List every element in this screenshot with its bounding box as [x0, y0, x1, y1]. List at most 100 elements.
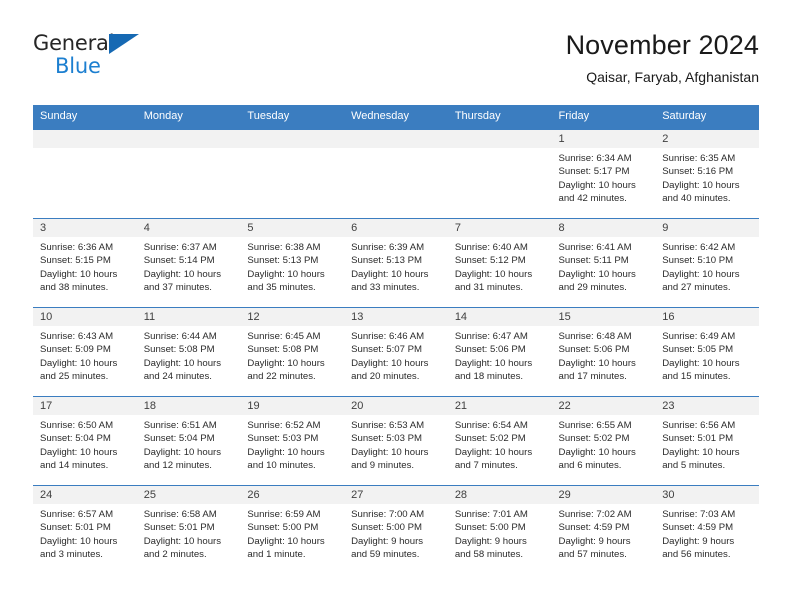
day-detail-sunrise: Sunrise: 6:47 AM: [454, 331, 528, 342]
day-detail-sunrise: Sunrise: 6:42 AM: [662, 242, 736, 253]
day-detail-sunrise: Sunrise: 6:46 AM: [351, 331, 425, 342]
calendar-day-cell[interactable]: 19 Sunrise: 6:52 AM Sunset: 5:03 PM Dayligh…: [240, 396, 345, 486]
day-details: [240, 148, 344, 152]
day-detail-sunset: Sunset: 5:08 PM: [143, 344, 215, 356]
day-detail-daylight2: and 29 minutes.: [558, 282, 627, 294]
day-number: 8: [551, 219, 656, 237]
calendar-day-cell[interactable]: 7 Sunrise: 6:40 AM Sunset: 5:12 PM Daylight…: [447, 218, 552, 308]
day-detail-daylight2: and 7 minutes.: [454, 460, 518, 472]
day-details: Sunrise: 6:34 AM Sunset: 5:17 PM Daylight:…: [552, 148, 656, 206]
day-detail-daylight1: Daylight: 10 hours: [662, 268, 740, 280]
day-detail-daylight2: and 33 minutes.: [351, 282, 420, 294]
day-number: [240, 130, 345, 148]
day-detail-daylight2: and 25 minutes.: [40, 371, 109, 383]
calendar-day-cell[interactable]: 30 Sunrise: 7:03 AM Sunset: 4:59 PM Dayligh…: [655, 485, 759, 575]
day-detail-sunset: Sunset: 5:06 PM: [558, 344, 630, 356]
day-number: 21: [447, 397, 552, 415]
day-detail-sunset: Sunset: 5:09 PM: [40, 344, 111, 356]
calendar-day-cell[interactable]: 29 Sunrise: 7:02 AM Sunset: 4:59 PM Dayligh…: [551, 485, 656, 575]
calendar-day-cell[interactable]: 11 Sunrise: 6:44 AM Sunset: 5:08 PM Dayligh…: [136, 307, 241, 397]
day-detail-sunrise: Sunrise: 7:00 AM: [351, 509, 425, 520]
calendar-day-cell[interactable]: 26 Sunrise: 6:59 AM Sunset: 5:00 PM Dayligh…: [240, 485, 345, 575]
calendar-day-cell[interactable]: 6 Sunrise: 6:39 AM Sunset: 5:13 PM Daylight…: [344, 218, 448, 308]
day-detail-daylight1: Daylight: 10 hours: [247, 357, 325, 369]
day-details: Sunrise: 6:58 AM Sunset: 5:01 PM Daylight:…: [137, 504, 241, 562]
calendar-day-cell[interactable]: 25 Sunrise: 6:58 AM Sunset: 5:01 PM Dayligh…: [136, 485, 241, 575]
day-number: 1: [551, 130, 656, 148]
calendar-day-cell[interactable]: 16 Sunrise: 6:49 AM Sunset: 5:05 PM Dayligh…: [655, 307, 759, 397]
day-details: Sunrise: 6:41 AM Sunset: 5:11 PM Daylight:…: [552, 237, 656, 295]
day-number: 29: [551, 486, 656, 504]
day-number: [344, 130, 448, 148]
day-details: Sunrise: 6:57 AM Sunset: 5:01 PM Daylight:…: [33, 504, 137, 562]
day-detail-sunset: Sunset: 5:17 PM: [558, 166, 630, 178]
calendar-day-cell[interactable]: 8 Sunrise: 6:41 AM Sunset: 5:11 PM Daylight…: [551, 218, 656, 308]
day-detail-daylight2: and 6 minutes.: [558, 460, 622, 472]
day-detail-daylight1: Daylight: 10 hours: [662, 446, 740, 458]
calendar-day-cell[interactable]: 24 Sunrise: 6:57 AM Sunset: 5:01 PM Dayligh…: [33, 485, 137, 575]
day-detail-daylight2: and 2 minutes.: [143, 549, 207, 561]
calendar-header-row: Sunday Monday Tuesday Wednesday Thursday…: [33, 105, 759, 130]
calendar-day-cell[interactable]: 12 Sunrise: 6:45 AM Sunset: 5:08 PM Dayligh…: [240, 307, 345, 397]
day-detail-sunrise: Sunrise: 6:59 AM: [247, 509, 321, 520]
calendar-day-cell[interactable]: 17 Sunrise: 6:50 AM Sunset: 5:04 PM Dayligh…: [33, 396, 137, 486]
day-detail-sunrise: Sunrise: 6:43 AM: [40, 331, 114, 342]
day-details: Sunrise: 6:47 AM Sunset: 5:06 PM Daylight:…: [448, 326, 552, 384]
day-details: Sunrise: 6:56 AM Sunset: 5:01 PM Daylight:…: [655, 415, 759, 473]
calendar-cell-empty: [447, 129, 552, 219]
weekday-header-friday: Friday: [551, 105, 656, 130]
day-detail-daylight1: Daylight: 10 hours: [662, 179, 740, 191]
calendar-day-cell[interactable]: 10 Sunrise: 6:43 AM Sunset: 5:09 PM Dayligh…: [33, 307, 137, 397]
day-detail-sunset: Sunset: 5:00 PM: [454, 522, 526, 534]
day-detail-daylight1: Daylight: 10 hours: [558, 179, 636, 191]
day-detail-sunrise: Sunrise: 6:57 AM: [40, 509, 114, 520]
calendar-day-cell[interactable]: 23 Sunrise: 6:56 AM Sunset: 5:01 PM Dayligh…: [655, 396, 759, 486]
calendar-page: General Blue November 2024 Qaisar, Farya…: [0, 0, 792, 612]
day-detail-daylight1: Daylight: 10 hours: [247, 446, 325, 458]
day-details: Sunrise: 7:03 AM Sunset: 4:59 PM Daylight:…: [655, 504, 759, 562]
calendar-day-cell[interactable]: 1 Sunrise: 6:34 AM Sunset: 5:17 PM Daylight…: [551, 129, 656, 219]
calendar-day-cell[interactable]: 4 Sunrise: 6:37 AM Sunset: 5:14 PM Daylight…: [136, 218, 241, 308]
calendar-day-cell[interactable]: 20 Sunrise: 6:53 AM Sunset: 5:03 PM Dayligh…: [344, 396, 448, 486]
calendar-day-cell[interactable]: 9 Sunrise: 6:42 AM Sunset: 5:10 PM Daylight…: [655, 218, 759, 308]
day-details: Sunrise: 6:38 AM Sunset: 5:13 PM Daylight:…: [240, 237, 344, 295]
day-details: Sunrise: 6:55 AM Sunset: 5:02 PM Daylight:…: [552, 415, 656, 473]
logo-text-blue: Blue: [55, 54, 101, 78]
calendar-day-cell[interactable]: 28 Sunrise: 7:01 AM Sunset: 5:00 PM Dayligh…: [447, 485, 552, 575]
calendar-day-cell[interactable]: 18 Sunrise: 6:51 AM Sunset: 5:04 PM Dayligh…: [136, 396, 241, 486]
calendar-day-cell[interactable]: 13 Sunrise: 6:46 AM Sunset: 5:07 PM Dayligh…: [344, 307, 448, 397]
day-number: 11: [136, 308, 241, 326]
calendar-day-cell[interactable]: 22 Sunrise: 6:55 AM Sunset: 5:02 PM Dayligh…: [551, 396, 656, 486]
day-details: Sunrise: 6:36 AM Sunset: 5:15 PM Daylight:…: [33, 237, 137, 295]
generalblue-logo[interactable]: General Blue: [33, 28, 148, 84]
calendar-day-cell[interactable]: 21 Sunrise: 6:54 AM Sunset: 5:02 PM Dayligh…: [447, 396, 552, 486]
day-number: [136, 130, 241, 148]
day-detail-sunset: Sunset: 5:14 PM: [143, 255, 215, 267]
day-details: Sunrise: 7:01 AM Sunset: 5:00 PM Daylight:…: [448, 504, 552, 562]
day-number: 3: [33, 219, 137, 237]
day-detail-sunset: Sunset: 4:59 PM: [558, 522, 630, 534]
day-detail-sunset: Sunset: 4:59 PM: [662, 522, 734, 534]
day-detail-sunset: Sunset: 5:03 PM: [247, 433, 319, 445]
day-detail-sunrise: Sunrise: 6:37 AM: [143, 242, 217, 253]
calendar-day-cell[interactable]: 15 Sunrise: 6:48 AM Sunset: 5:06 PM Dayligh…: [551, 307, 656, 397]
day-detail-sunrise: Sunrise: 6:35 AM: [662, 153, 736, 164]
calendar-day-cell[interactable]: 2 Sunrise: 6:35 AM Sunset: 5:16 PM Daylight…: [655, 129, 759, 219]
day-detail-daylight1: Daylight: 10 hours: [454, 268, 533, 280]
day-detail-sunset: Sunset: 5:00 PM: [351, 522, 423, 534]
calendar-day-cell[interactable]: 27 Sunrise: 7:00 AM Sunset: 5:00 PM Dayligh…: [344, 485, 448, 575]
page-subtitle: Qaisar, Faryab, Afghanistan: [586, 69, 759, 85]
calendar-day-cell[interactable]: 5 Sunrise: 6:38 AM Sunset: 5:13 PM Daylight…: [240, 218, 345, 308]
day-details: Sunrise: 6:40 AM Sunset: 5:12 PM Daylight:…: [448, 237, 552, 295]
calendar-day-cell[interactable]: 3 Sunrise: 6:36 AM Sunset: 5:15 PM Daylight…: [33, 218, 137, 308]
calendar-day-cell[interactable]: 14 Sunrise: 6:47 AM Sunset: 5:06 PM Dayligh…: [447, 307, 552, 397]
day-number: 24: [33, 486, 137, 504]
day-detail-daylight1: Daylight: 10 hours: [40, 446, 118, 458]
day-number: 4: [136, 219, 241, 237]
calendar-cell-empty: [344, 129, 448, 219]
day-detail-daylight2: and 14 minutes.: [40, 460, 109, 472]
day-detail-daylight1: Daylight: 10 hours: [40, 357, 118, 369]
day-detail-sunset: Sunset: 5:08 PM: [247, 344, 319, 356]
day-details: Sunrise: 6:45 AM Sunset: 5:08 PM Daylight:…: [240, 326, 344, 384]
day-details: Sunrise: 6:54 AM Sunset: 5:02 PM Daylight:…: [448, 415, 552, 473]
